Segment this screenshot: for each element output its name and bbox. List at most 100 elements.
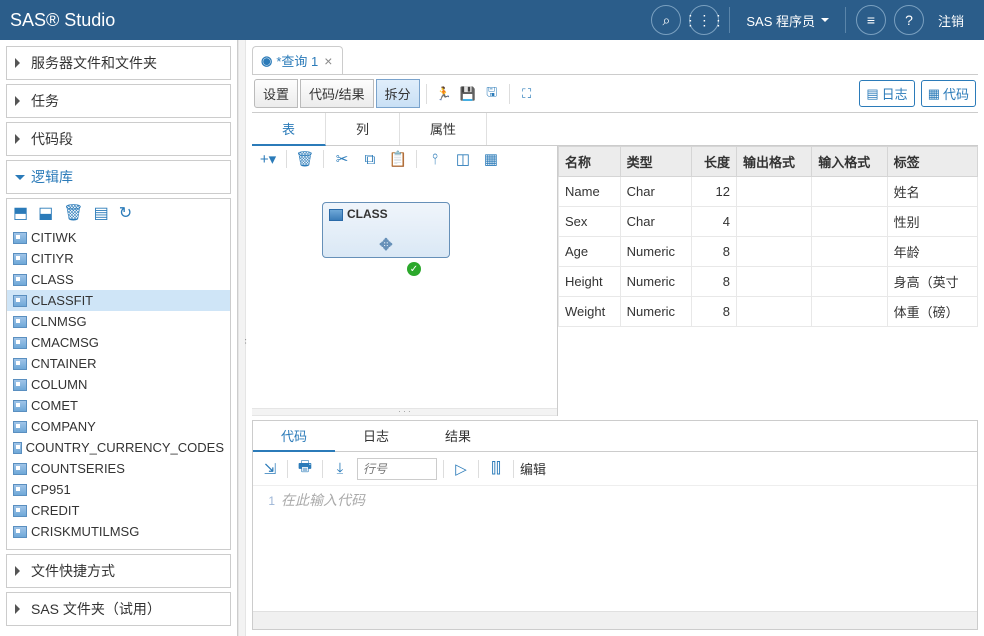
logout-link[interactable]: 注销 — [928, 11, 974, 30]
editor-placeholder: 在此输入代码 — [281, 492, 365, 508]
col-infmt-header[interactable]: 输入格式 — [812, 147, 887, 177]
doc-tab-query1[interactable]: ◉ *查询 1 × — [252, 46, 343, 74]
goto-line-input[interactable] — [357, 458, 437, 480]
search-icon[interactable]: ⌕ — [651, 5, 681, 35]
lib-collapse-icon[interactable]: ⬒ — [13, 203, 28, 223]
open-log-button[interactable]: ▤日志 — [859, 80, 914, 107]
canvas-hsplitter[interactable]: · · · — [252, 408, 557, 416]
table-row[interactable]: SexChar4性别 — [559, 207, 978, 237]
acc-sas-folders[interactable]: SAS 文件夹（试用） — [6, 592, 231, 626]
dataset-icon — [13, 442, 22, 454]
table-row[interactable]: NameChar12姓名 — [559, 177, 978, 207]
save-as-icon[interactable]: 🖫 — [481, 83, 503, 105]
help-icon[interactable]: ? — [894, 5, 924, 35]
vertical-splitter[interactable] — [238, 40, 246, 636]
lib-properties-icon[interactable]: ▤ — [94, 203, 109, 223]
tree-item[interactable]: CRISKMUTILMSG — [7, 521, 230, 542]
tree-item[interactable]: CNTAINER — [7, 353, 230, 374]
library-tree[interactable]: CITIWKCITIYRCLASSCLASSFITCLNMSGCMACMSGCN… — [7, 227, 230, 549]
settings-button[interactable]: 设置 — [254, 79, 298, 108]
acc-server-files[interactable]: 服务器文件和文件夹 — [6, 46, 231, 80]
copy-icon[interactable]: ⧉ — [360, 151, 380, 168]
tab-table[interactable]: 表 — [252, 113, 326, 146]
lib-delete-icon[interactable]: 🗑 — [63, 203, 83, 223]
document-tabstrip: ◉ *查询 1 × — [252, 46, 978, 75]
code-tabstrip: 代码 日志 结果 — [253, 421, 977, 452]
apps-icon[interactable]: ⋮⋮⋮ — [689, 5, 719, 35]
acc-snippets[interactable]: 代码段 — [6, 122, 231, 156]
tree-item[interactable]: CLASS — [7, 269, 230, 290]
table-node-class[interactable]: CLASS ✥ — [322, 202, 450, 258]
tree-item[interactable]: COUNTSERIES — [7, 458, 230, 479]
tab-results[interactable]: 结果 — [417, 421, 499, 451]
grid-icon[interactable]: ▦ — [481, 150, 501, 168]
tree-item[interactable]: CLASSFIT — [7, 290, 230, 311]
dataset-icon — [13, 253, 27, 265]
tree-item[interactable]: COMET — [7, 395, 230, 416]
paste-icon: 📋 — [388, 150, 408, 168]
query-icon: ◉ — [261, 53, 272, 69]
acc-shortcuts[interactable]: 文件快捷方式 — [6, 554, 231, 588]
table-row[interactable]: HeightNumeric8身高（英寸 — [559, 267, 978, 297]
tab-column[interactable]: 列 — [326, 113, 400, 145]
tree-item[interactable]: CP951 — [7, 479, 230, 500]
log-icon: ▤ — [866, 86, 878, 102]
delete-icon[interactable]: 🗑 — [295, 150, 315, 168]
print-icon[interactable]: 🖶 — [294, 456, 316, 481]
tab-log[interactable]: 日志 — [335, 421, 417, 451]
query-canvas[interactable]: CLASS ✥ ✓ — [252, 172, 557, 408]
dataset-icon — [13, 526, 27, 538]
tree-item[interactable]: CMACMSG — [7, 332, 230, 353]
fullscreen-icon[interactable]: ⛶ — [516, 83, 538, 105]
table-row[interactable]: WeightNumeric8体重（磅） — [559, 297, 978, 327]
user-role-dropdown[interactable]: SAS 程序员 — [736, 11, 839, 30]
code-editor[interactable]: 1在此输入代码 — [253, 486, 977, 611]
dataset-icon — [13, 295, 27, 307]
lib-new-icon[interactable]: ⬓ — [38, 203, 53, 223]
tab-code[interactable]: 代码 — [253, 421, 335, 452]
code-results-button[interactable]: 代码/结果 — [300, 79, 374, 108]
layout-icon[interactable]: ◫ — [453, 150, 473, 168]
code-icon: ▦ — [928, 86, 940, 102]
more-menu-icon[interactable]: ≡ — [856, 5, 886, 35]
edit-button[interactable]: 编辑 — [520, 459, 546, 478]
tree-item[interactable]: COLUMN — [7, 374, 230, 395]
tab-attributes[interactable]: 属性 — [400, 113, 487, 145]
dataset-icon — [13, 400, 27, 412]
tree-item[interactable]: CITIYR — [7, 248, 230, 269]
open-code-button[interactable]: ▦代码 — [921, 80, 976, 107]
properties-panel: 名称 类型 长度 输出格式 输入格式 标签 NameChar12姓名SexCha… — [558, 146, 978, 416]
tree-item[interactable]: CITIWK — [7, 227, 230, 248]
col-label-header[interactable]: 标签 — [887, 147, 977, 177]
save-icon[interactable]: 💾 — [457, 83, 479, 105]
dataset-icon — [13, 358, 27, 370]
tree-item[interactable]: COMPANY — [7, 416, 230, 437]
col-name-header[interactable]: 名称 — [559, 147, 621, 177]
split-button[interactable]: 拆分 — [376, 79, 420, 108]
col-length-header[interactable]: 长度 — [691, 147, 736, 177]
add-icon[interactable]: +▾ — [258, 150, 278, 168]
lib-refresh-icon[interactable]: ↻ — [119, 203, 132, 223]
download-icon[interactable]: ⤓ — [329, 460, 351, 477]
sidebar: 服务器文件和文件夹 任务 代码段 逻辑库 ⬒ ⬓ 🗑 ▤ ↻ CITIWKCIT… — [0, 40, 238, 636]
query-subtabs: 表 列 属性 — [252, 113, 978, 146]
run-icon: 🏃 — [433, 83, 455, 105]
tree-item[interactable]: COUNTRY_CURRENCY_CODES — [7, 437, 230, 458]
query-body: +▾ 🗑 ✂ ⧉ 📋 ⫯ ◫ ▦ CLASS ✥ — [252, 146, 978, 416]
dataset-icon — [13, 463, 27, 475]
main-toolbar: 设置 代码/结果 拆分 🏃 💾 🖫 ⛶ ▤日志 ▦代码 — [252, 75, 978, 113]
cut-icon[interactable]: ✂ — [332, 150, 352, 168]
table-row[interactable]: AgeNumeric8年龄 — [559, 237, 978, 267]
close-tab-icon[interactable]: × — [322, 53, 334, 69]
col-outfmt-header[interactable]: 输出格式 — [736, 147, 811, 177]
acc-libraries[interactable]: 逻辑库 — [6, 160, 231, 194]
col-type-header[interactable]: 类型 — [620, 147, 691, 177]
tree-item[interactable]: CREDIT — [7, 500, 230, 521]
acc-tasks[interactable]: 任务 — [6, 84, 231, 118]
format-icon[interactable]: ⫿⫿ — [485, 460, 507, 477]
export-icon[interactable]: ⇲ — [259, 460, 281, 478]
tree-item[interactable]: CLNMSG — [7, 311, 230, 332]
lib-toolbar: ⬒ ⬓ 🗑 ▤ ↻ — [7, 199, 230, 227]
join-icon[interactable]: ⫯ — [425, 151, 445, 168]
play-icon[interactable]: ▷ — [450, 460, 472, 478]
